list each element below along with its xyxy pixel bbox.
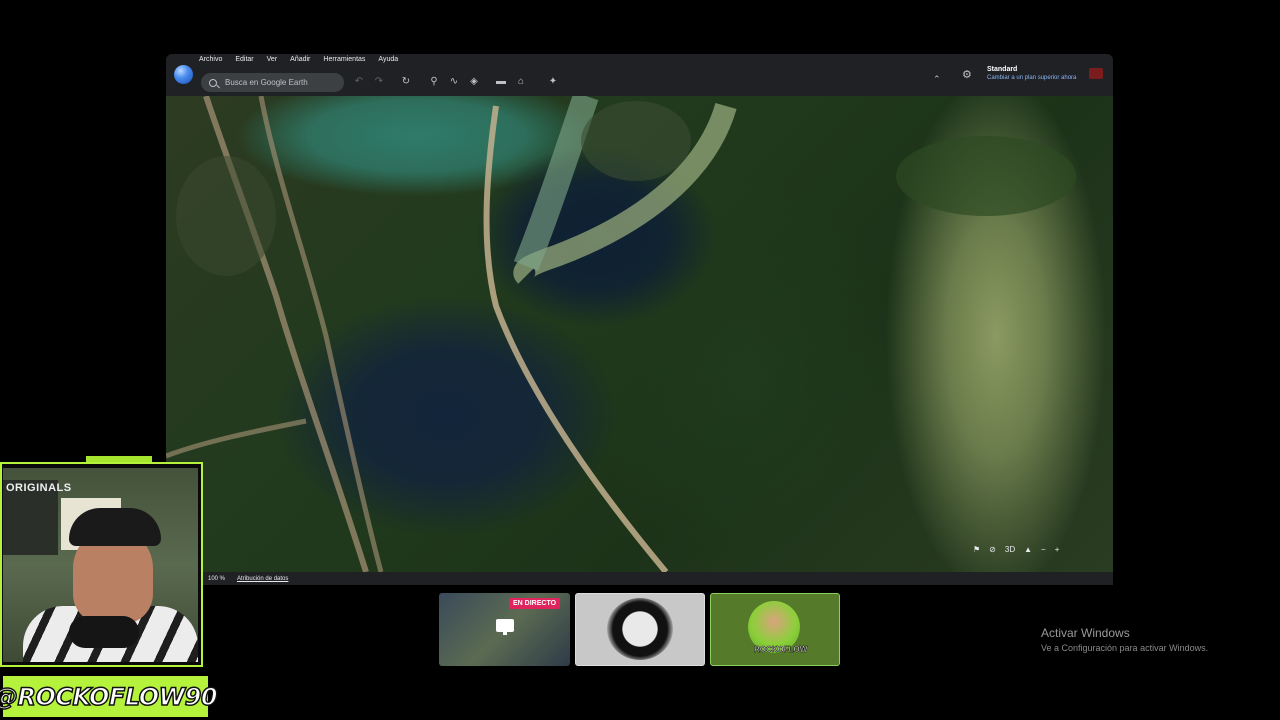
screen-share-icon <box>496 619 514 635</box>
ruler-icon[interactable]: ▬ <box>494 75 508 89</box>
google-earth-logo[interactable] <box>174 65 193 84</box>
layers-icon[interactable]: ◈ <box>467 75 481 89</box>
menu-ayuda[interactable]: Ayuda <box>378 56 398 68</box>
terrain-features <box>166 96 1076 572</box>
redo-icon[interactable]: ↷ <box>372 75 386 89</box>
search-input[interactable]: Busca en Google Earth <box>225 78 308 87</box>
satellite-map[interactable] <box>166 96 1113 572</box>
search-icon <box>209 78 217 87</box>
pegman-icon[interactable]: ▲ <box>1024 545 1032 554</box>
undo-icon[interactable]: ↶ <box>352 75 366 89</box>
menu-anadir[interactable]: Añadir <box>290 56 310 68</box>
zoom-out-button[interactable]: − <box>1041 545 1046 554</box>
ink-splash-logo <box>607 598 673 660</box>
menu-herramientas[interactable]: Herramientas <box>323 56 365 68</box>
history-icon[interactable]: ↻ <box>399 75 413 89</box>
search-bar[interactable]: Busca en Google Earth <box>201 73 344 92</box>
zoom-in-button[interactable]: + <box>1055 545 1060 554</box>
street-view-icon[interactable]: ⚑ <box>973 545 980 554</box>
zoom-level: 100 % <box>208 575 226 582</box>
webcam-feed: ORIGINALS <box>3 468 198 662</box>
gear-icon[interactable]: ⚙ <box>962 68 972 81</box>
avatar-label: ROCKOFLOW <box>754 645 808 655</box>
path-icon[interactable]: ∿ <box>447 75 461 89</box>
poster-text: ORIGINALS <box>6 482 72 494</box>
compass-icon[interactable]: ⊘ <box>989 545 996 554</box>
plan-title: Standard <box>987 66 1018 73</box>
collapse-icon[interactable]: ⌃ <box>933 74 941 85</box>
upgrade-link[interactable]: Cambiar a un plan superior ahora <box>987 75 1076 81</box>
activation-watermark-title: Activar Windows <box>1041 626 1130 640</box>
projects-icon[interactable]: ⌂ <box>514 75 528 89</box>
map-controls: ⚑ ⊘ 3D ▲ − + <box>973 545 1059 554</box>
status-bar: 100 % Atribución de datos <box>166 572 1113 585</box>
placemark-icon[interactable]: ⚲ <box>427 75 441 89</box>
streamer-cap <box>69 508 161 546</box>
toggle-3d-button[interactable]: 3D <box>1005 545 1015 554</box>
menu-editar[interactable]: Editar <box>235 56 253 68</box>
attribution-link[interactable]: Atribución de datos <box>237 576 288 582</box>
live-badge: EN DIRECTO <box>509 598 561 609</box>
activation-watermark-subtitle: Ve a Configuración para activar Windows. <box>1041 643 1209 653</box>
streamer-handle: @ROCKOFLOW90 <box>0 682 218 712</box>
menu-ver[interactable]: Ver <box>267 56 278 68</box>
account-avatar[interactable] <box>1089 68 1103 79</box>
microphone <box>69 616 139 648</box>
streamer-handle-banner: @ROCKOFLOW90 <box>0 676 218 717</box>
menu-bar: Archivo Editar Ver Añadir Herramientas A… <box>199 56 398 68</box>
satellite-icon[interactable]: ✦ <box>546 75 560 89</box>
menu-archivo[interactable]: Archivo <box>199 56 222 68</box>
